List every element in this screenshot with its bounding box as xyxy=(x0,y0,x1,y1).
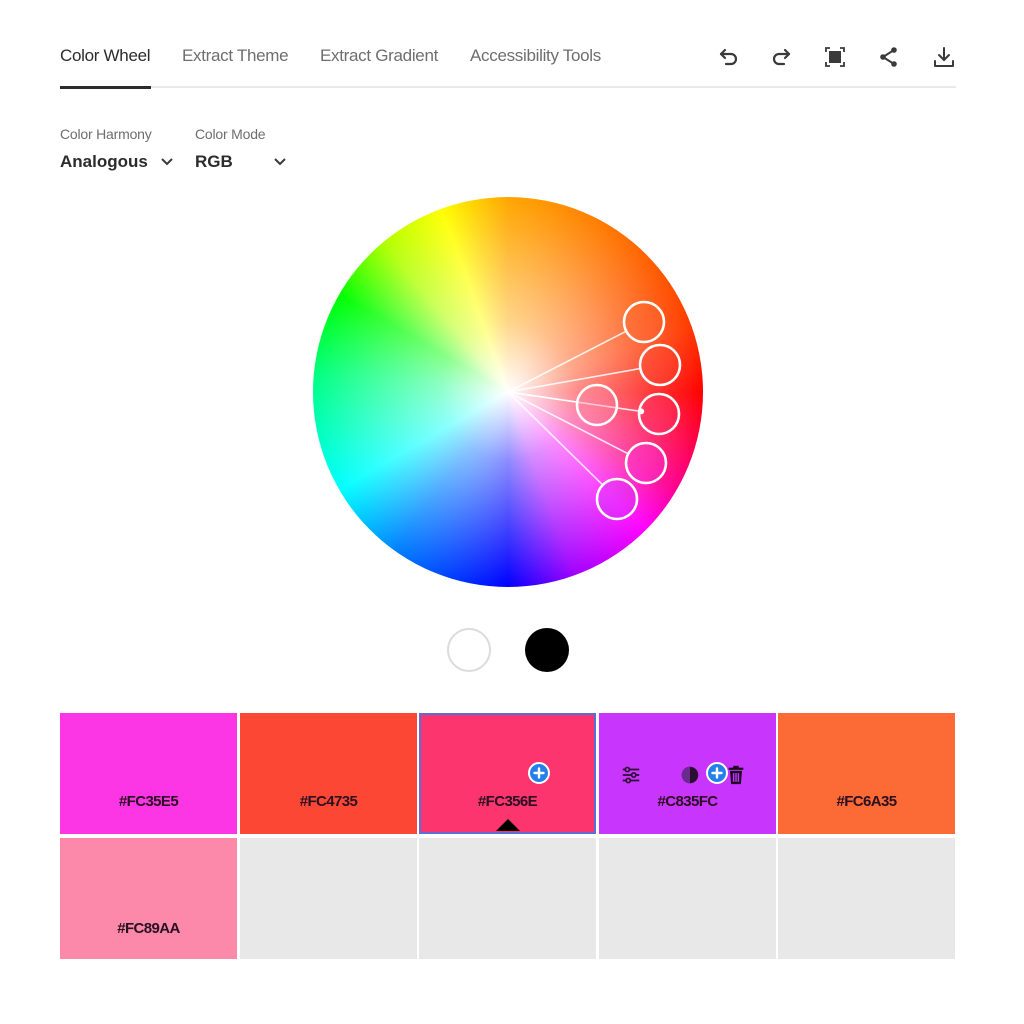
swatch-hex[interactable]: #FC4735 xyxy=(240,793,417,810)
share-icon xyxy=(880,47,897,67)
color-wheel-gradient[interactable] xyxy=(313,197,703,587)
color-mode-label: Color Mode xyxy=(195,126,266,142)
swatch-hex[interactable]: #FC35E5 xyxy=(60,793,237,810)
chevron-down-icon xyxy=(273,157,287,167)
download-icon xyxy=(934,47,954,67)
swatch-hex[interactable]: #FC6A35 xyxy=(778,793,955,810)
share-button[interactable] xyxy=(876,44,902,70)
plus-icon xyxy=(533,767,545,779)
sliders-icon xyxy=(622,766,640,784)
undo-icon xyxy=(719,48,738,66)
color-mode-dropdown: Color Mode RGB xyxy=(195,126,287,172)
adjust-color-button[interactable] xyxy=(619,763,643,787)
color-harmony-select[interactable]: Analogous xyxy=(60,152,174,172)
color-mode-select[interactable]: RGB xyxy=(195,152,287,172)
color-harmony-label: Color Harmony xyxy=(60,126,152,142)
trash-icon xyxy=(728,765,744,785)
swatch[interactable]: #FC6A35 xyxy=(778,713,955,834)
color-harmony-dropdown: Color Harmony Analogous xyxy=(60,126,174,172)
empty-swatch-slot xyxy=(240,838,417,959)
add-color-after-button[interactable] xyxy=(706,762,728,784)
wheel-handle[interactable] xyxy=(624,441,668,485)
white-brightness-swatch[interactable] xyxy=(447,628,491,672)
base-color-indicator-icon xyxy=(496,819,520,831)
undo-button[interactable] xyxy=(716,44,742,70)
redo-button[interactable] xyxy=(768,44,794,70)
wheel-handle[interactable] xyxy=(638,343,682,387)
swatch[interactable]: #FC89AA xyxy=(60,838,237,959)
black-brightness-swatch[interactable] xyxy=(525,628,569,672)
tab-accessibility-tools[interactable]: Accessibility Tools xyxy=(470,46,601,66)
set-base-color-button[interactable] xyxy=(678,763,702,787)
wheel-handle[interactable] xyxy=(595,477,639,521)
fit-screen-button[interactable] xyxy=(822,44,848,70)
empty-swatch-slot xyxy=(599,838,776,959)
tab-extract-theme[interactable]: Extract Theme xyxy=(182,46,289,66)
download-button[interactable] xyxy=(931,44,957,70)
empty-swatch-slot xyxy=(778,838,955,959)
swatch-hex[interactable]: #C835FC xyxy=(599,793,776,810)
swatch-toolbar xyxy=(599,763,776,787)
color-mode-value: RGB xyxy=(195,152,233,171)
swatch-hex[interactable]: #FC89AA xyxy=(60,920,237,937)
add-color-before-button[interactable] xyxy=(528,762,550,784)
tab-color-wheel[interactable]: Color Wheel xyxy=(60,46,151,89)
swatch-hex[interactable]: #FC356E xyxy=(419,793,596,810)
swatch[interactable]: #FC35E5 xyxy=(60,713,237,834)
plus-icon xyxy=(711,767,723,779)
swatch-selected[interactable]: #FC356E xyxy=(419,713,596,834)
wheel-handle[interactable] xyxy=(575,383,619,427)
fit-screen-icon xyxy=(825,47,845,67)
tab-extract-gradient[interactable]: Extract Gradient xyxy=(320,46,438,66)
chevron-down-icon xyxy=(160,157,174,167)
swatch[interactable]: #FC4735 xyxy=(240,713,417,834)
color-wheel[interactable] xyxy=(313,197,703,587)
redo-icon xyxy=(772,48,791,66)
wheel-handle-base[interactable] xyxy=(637,392,681,436)
color-harmony-value: Analogous xyxy=(60,152,148,171)
swatch-hovered[interactable]: #C835FC xyxy=(599,713,776,834)
wheel-handle[interactable] xyxy=(622,300,666,344)
contrast-icon xyxy=(681,766,699,784)
empty-swatch-slot xyxy=(419,838,596,959)
